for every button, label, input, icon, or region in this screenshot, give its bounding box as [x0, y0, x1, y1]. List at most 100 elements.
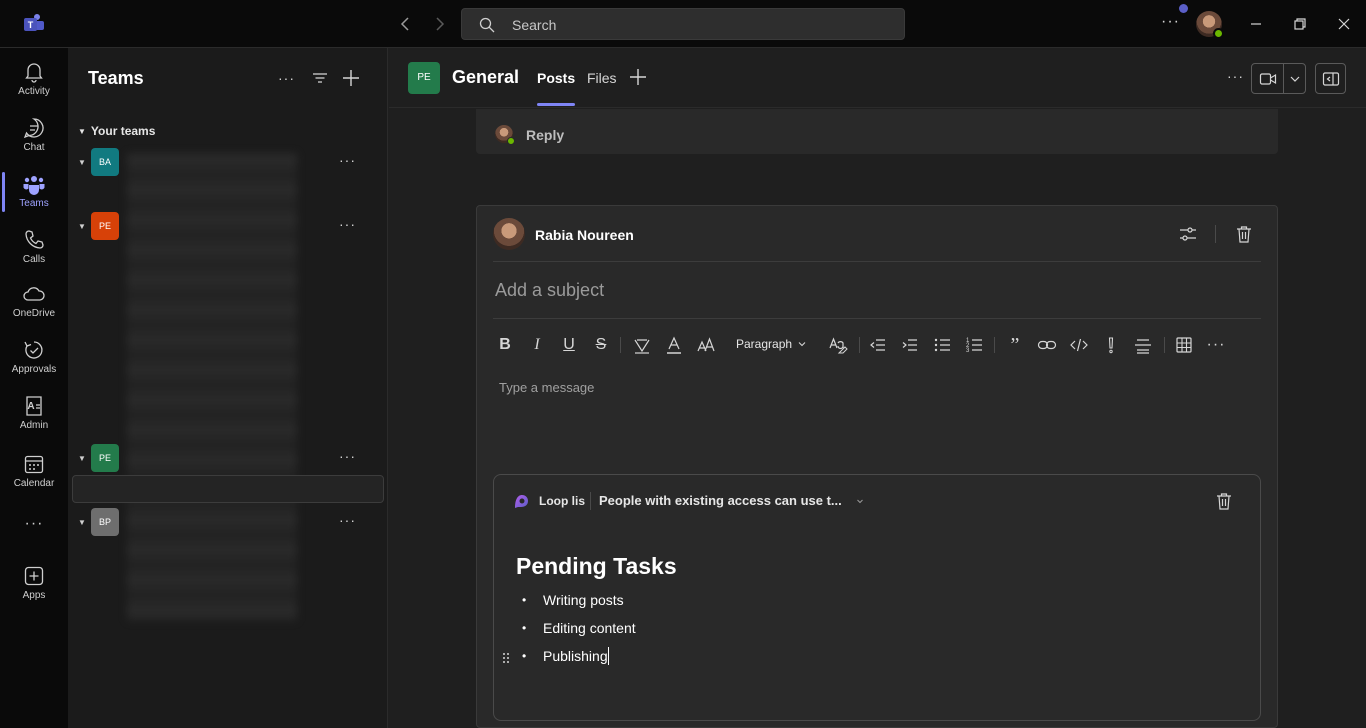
- chevron-down-icon[interactable]: [856, 497, 864, 505]
- rail-label: Teams: [19, 198, 49, 209]
- presence-available-icon: [507, 137, 515, 145]
- search-box[interactable]: Search: [461, 8, 905, 40]
- horizontal-rule-icon[interactable]: [1133, 335, 1153, 355]
- bulleted-list-icon[interactable]: [932, 335, 952, 355]
- teams-logo-icon: T: [22, 12, 46, 36]
- svg-text:3: 3: [966, 348, 970, 354]
- post-options-icon[interactable]: [1178, 224, 1198, 244]
- team-row[interactable]: ▼ BP ···: [78, 508, 378, 540]
- notification-dot: [1179, 4, 1188, 13]
- rail-label: Approvals: [11, 364, 57, 375]
- teams-icon: [22, 172, 46, 196]
- increase-indent-icon[interactable]: [900, 335, 920, 355]
- bold-icon[interactable]: B: [495, 335, 515, 355]
- open-side-panel-button[interactable]: [1315, 63, 1346, 94]
- list-item-text: Editing content: [543, 620, 636, 636]
- more-options-icon[interactable]: ···: [339, 448, 356, 464]
- more-options-icon[interactable]: ···: [339, 216, 356, 232]
- rail-item-activity[interactable]: Activity: [0, 52, 68, 108]
- channel-title: General: [452, 67, 520, 87]
- rail-item-more[interactable]: ···: [0, 504, 68, 560]
- minimize-icon[interactable]: [1246, 14, 1266, 34]
- more-options-icon[interactable]: ···: [278, 68, 298, 88]
- table-icon[interactable]: [1174, 335, 1194, 355]
- decrease-indent-icon[interactable]: [868, 335, 888, 355]
- rail-item-onedrive[interactable]: OneDrive: [0, 274, 68, 330]
- drag-handle-icon[interactable]: [501, 652, 511, 664]
- rail-item-chat[interactable]: Chat: [0, 108, 68, 164]
- paragraph-dropdown[interactable]: Paragraph: [736, 337, 792, 351]
- rail-item-teams[interactable]: Teams: [0, 164, 68, 220]
- chevron-down-icon[interactable]: [1288, 72, 1302, 86]
- your-teams-header[interactable]: ▼ Your teams: [78, 124, 155, 138]
- chevron-down-icon[interactable]: [797, 339, 807, 349]
- meet-button[interactable]: [1251, 63, 1306, 94]
- italic-icon[interactable]: I: [527, 335, 547, 355]
- rail-item-admin[interactable]: A Admin: [0, 386, 68, 442]
- restore-icon[interactable]: [1290, 14, 1310, 34]
- more-options-icon[interactable]: ···: [339, 512, 356, 528]
- delete-icon[interactable]: [1215, 491, 1233, 511]
- list-item[interactable]: Writing posts: [516, 591, 636, 619]
- clear-formatting-icon[interactable]: [828, 335, 848, 355]
- loop-heading[interactable]: Pending Tasks: [516, 553, 677, 580]
- numbered-list-icon[interactable]: 123: [964, 335, 984, 355]
- rail-item-calls[interactable]: Calls: [0, 220, 68, 276]
- caret-down-icon: ▼: [78, 518, 86, 527]
- highlight-icon[interactable]: [632, 335, 652, 355]
- author-name: Rabia Noureen: [535, 227, 634, 243]
- important-icon[interactable]: [1101, 335, 1121, 355]
- link-icon[interactable]: [1037, 335, 1057, 355]
- cloud-icon: [22, 282, 46, 306]
- team-row[interactable]: ▼ PE ···: [78, 212, 378, 244]
- caret-down-icon: ▼: [78, 127, 86, 136]
- team-row[interactable]: ▼ BA ···: [78, 148, 378, 180]
- video-camera-icon: [1259, 70, 1277, 88]
- filter-icon[interactable]: [310, 68, 330, 88]
- rail-item-apps[interactable]: Apps: [0, 556, 68, 612]
- subject-input[interactable]: Add a subject: [495, 280, 604, 301]
- rail-label: Apps: [22, 590, 46, 601]
- phone-icon: [22, 228, 46, 252]
- bell-icon: [22, 60, 46, 84]
- delete-icon[interactable]: [1235, 224, 1253, 244]
- rail-label: Activity: [18, 86, 50, 97]
- task-list: Writing posts Editing content Publishing: [516, 591, 636, 675]
- underline-icon[interactable]: U: [559, 335, 579, 355]
- font-color-icon[interactable]: [664, 335, 684, 355]
- forward-arrow-icon[interactable]: [429, 14, 449, 34]
- font-size-icon[interactable]: [696, 335, 716, 355]
- code-icon[interactable]: [1069, 335, 1089, 355]
- reply-bar[interactable]: Reply: [476, 109, 1278, 154]
- reply-button[interactable]: Reply: [526, 127, 564, 143]
- loop-permission-dropdown[interactable]: People with existing access can use t...: [599, 493, 842, 508]
- title-bar: T Search ···: [0, 0, 1366, 48]
- tab-posts[interactable]: Posts: [537, 70, 576, 106]
- tab-files[interactable]: Files: [587, 70, 617, 86]
- loop-component: Loop lis People with existing access can…: [493, 474, 1261, 721]
- rail-item-approvals[interactable]: Approvals: [0, 330, 68, 386]
- more-options-icon[interactable]: ···: [1227, 68, 1244, 84]
- team-row[interactable]: ▼ PE ···: [78, 444, 378, 476]
- loop-name: Loop lis: [539, 494, 585, 508]
- channel-avatar: PE: [408, 62, 440, 94]
- strikethrough-icon[interactable]: S: [591, 335, 611, 355]
- message-input[interactable]: Type a message: [499, 380, 594, 395]
- back-arrow-icon[interactable]: [396, 14, 416, 34]
- channel-header: PE General Posts Files ···: [389, 48, 1366, 108]
- more-options-icon[interactable]: ···: [1161, 13, 1180, 31]
- list-item[interactable]: Publishing: [516, 647, 636, 675]
- selected-channel-row[interactable]: [72, 475, 384, 503]
- caret-down-icon: ▼: [78, 222, 86, 231]
- calendar-icon: [22, 452, 46, 476]
- list-item[interactable]: Editing content: [516, 619, 636, 647]
- caret-down-icon: ▼: [78, 158, 86, 167]
- search-placeholder: Search: [512, 17, 557, 33]
- add-tab-icon[interactable]: [629, 68, 647, 86]
- quote-icon[interactable]: ”: [1005, 335, 1025, 355]
- add-team-icon[interactable]: [341, 68, 361, 88]
- rail-item-calendar[interactable]: Calendar: [0, 444, 68, 500]
- more-options-icon[interactable]: ···: [1206, 335, 1226, 355]
- close-icon[interactable]: [1334, 14, 1354, 34]
- more-options-icon[interactable]: ···: [339, 152, 356, 168]
